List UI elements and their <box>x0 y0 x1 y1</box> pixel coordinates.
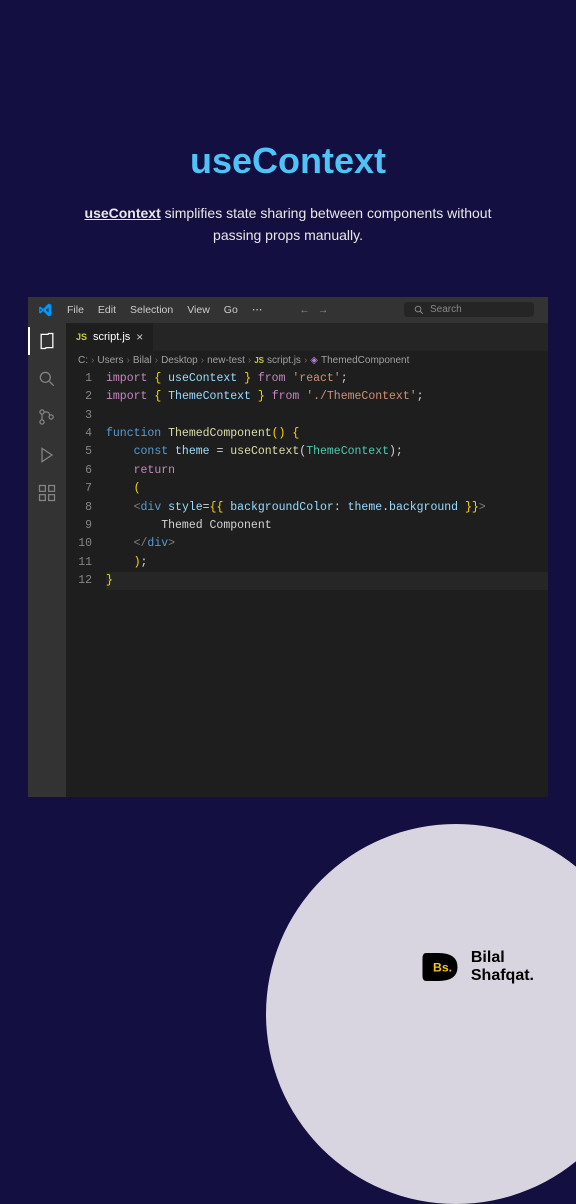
page-subtitle: useContext simplifies state sharing betw… <box>0 182 576 247</box>
code-lines[interactable]: import { useContext } from 'react'; impo… <box>106 370 548 797</box>
vscode-editor: File Edit Selection View Go ⋯ ← → Search <box>28 297 548 797</box>
search-placeholder: Search <box>430 304 462 315</box>
footer-decoration <box>266 824 576 1204</box>
vscode-logo-icon <box>38 303 52 317</box>
crumb[interactable]: Users <box>97 355 123 366</box>
symbol-icon: ◈ <box>310 355 318 366</box>
titlebar: File Edit Selection View Go ⋯ ← → Search <box>28 297 548 323</box>
nav-forward-icon[interactable]: → <box>318 304 329 316</box>
subtitle-text: simplifies state sharing between compone… <box>161 205 492 243</box>
author-brand: Bs. Bilal Shafqat. <box>419 946 534 988</box>
editor-tabs: JS script.js × <box>66 323 548 351</box>
tab-filename: script.js <box>93 331 130 343</box>
svg-text:Bs.: Bs. <box>433 960 452 974</box>
brand-name-1: Bilal <box>471 949 534 967</box>
activity-bar <box>28 323 66 797</box>
source-control-icon[interactable] <box>37 407 57 427</box>
tab-scriptjs[interactable]: JS script.js × <box>66 323 153 351</box>
crumb[interactable]: Bilal <box>133 355 152 366</box>
line-gutter: 123456789101112 <box>66 370 106 797</box>
page-title: useContext <box>0 0 576 182</box>
crumb-file[interactable]: script.js <box>267 355 301 366</box>
run-debug-icon[interactable] <box>37 445 57 465</box>
crumb[interactable]: C: <box>78 355 88 366</box>
crumb[interactable]: Desktop <box>161 355 198 366</box>
brand-logo-icon: Bs. <box>419 946 461 988</box>
menu-file[interactable]: File <box>60 304 91 316</box>
command-center-search[interactable]: Search <box>404 302 534 317</box>
menu-edit[interactable]: Edit <box>91 304 123 316</box>
js-file-icon: JS <box>76 332 87 342</box>
crumb-symbol[interactable]: ThemedComponent <box>321 355 409 366</box>
menu-go[interactable]: Go <box>217 304 245 316</box>
brand-name-2: Shafqat. <box>471 967 534 985</box>
tab-close-icon[interactable]: × <box>136 330 143 344</box>
js-file-icon: JS <box>254 356 264 365</box>
code-area[interactable]: 123456789101112 import { useContext } fr… <box>66 370 548 797</box>
menu-overflow-icon[interactable]: ⋯ <box>245 304 272 316</box>
menu-view[interactable]: View <box>180 304 217 316</box>
extensions-icon[interactable] <box>37 483 57 503</box>
explorer-icon[interactable] <box>37 331 57 351</box>
search-sidebar-icon[interactable] <box>37 369 57 389</box>
crumb[interactable]: new-test <box>207 355 245 366</box>
nav-back-icon[interactable]: ← <box>299 304 310 316</box>
breadcrumbs[interactable]: C:› Users› Bilal› Desktop› new-test› JS … <box>66 351 548 370</box>
menu-selection[interactable]: Selection <box>123 304 180 316</box>
search-icon <box>414 305 424 315</box>
subtitle-emphasis: useContext <box>85 205 161 221</box>
